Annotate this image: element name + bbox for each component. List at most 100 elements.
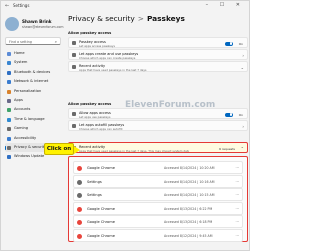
sidebar-item-icon [7, 61, 11, 66]
sidebar-item-label: Accounts [14, 107, 31, 112]
more-icon[interactable]: ⋯ [235, 234, 239, 238]
sidebar-item-label: Network & internet [14, 79, 49, 84]
app-title: Settings [13, 3, 30, 8]
sidebar-item-label: Bluetooth & devices [14, 69, 51, 74]
recent-activity-row-top[interactable]: Recent activity Apps that have used pass… [68, 61, 248, 72]
row-title: Recent activity [79, 63, 106, 68]
page-title: Passkeys [146, 14, 185, 23]
chevron-up-icon[interactable]: ⌃ [241, 146, 244, 151]
sidebar-item-icon [7, 108, 11, 113]
sidebar-item-personalization[interactable]: Personalization [5, 87, 61, 96]
list-item[interactable]: Google Chrome Accessed 8/12/2024 | 9:45 A… [73, 228, 243, 242]
app-name: Google Chrome [87, 220, 115, 224]
chevron-down-icon: ⌄ [240, 65, 244, 70]
sidebar-item-label: Personalization [14, 88, 42, 93]
chevron-right-icon: › [242, 124, 244, 129]
row-desc: Let apps use passkeys [79, 115, 111, 119]
more-icon[interactable]: ⋯ [235, 220, 239, 224]
breadcrumb: Privacy & security > Passkeys [68, 14, 185, 23]
chevron-right-icon: › [242, 53, 244, 58]
accessed-time: Accessed 8/14/2024 | 10:16 AM [164, 179, 215, 184]
sidebar-item-icon [7, 52, 11, 56]
sidebar: Shawn Brink shawn@elevenforum.com Find a… [1, 11, 63, 251]
more-icon[interactable]: ⋯ [235, 193, 239, 197]
app-name: Google Chrome [87, 206, 115, 211]
accessed-time: Accessed 8/13/2024 | 6:22 PM [164, 206, 213, 211]
sidebar-item-home[interactable]: Home [5, 49, 61, 58]
apps-list-row[interactable]: Let apps create and use passkeys Choose … [68, 49, 248, 60]
more-icon[interactable]: ⋯ [235, 180, 239, 184]
sidebar-item-label: Home [14, 51, 25, 55]
accessed-time: Accessed 8/12/2024 | 9:45 AM [164, 233, 213, 238]
sidebar-item-icon [7, 136, 11, 141]
sidebar-item-icon [7, 127, 11, 132]
list-item[interactable]: Settings Accessed 8/14/2024 | 10:15 AM ⋯ [73, 188, 243, 201]
search-input[interactable]: Find a setting ⌕ [5, 37, 61, 45]
sidebar-item-icon [7, 70, 11, 75]
search-icon: ⌕ [54, 39, 57, 44]
user-name: Shawn Brink [22, 19, 52, 24]
passkey-access-toggle[interactable] [225, 41, 233, 46]
chrome-app-icon [77, 220, 82, 225]
more-icon[interactable]: ⋯ [235, 207, 239, 211]
recent-activity-row[interactable]: Recent activity Apps that have used pass… [68, 142, 248, 153]
allow-apps-toggle[interactable] [225, 112, 233, 117]
sidebar-item-apps[interactable]: Apps [5, 96, 61, 105]
user-email: shawn@elevenforum.com [22, 25, 64, 29]
row-desc: Let apps access passkeys [79, 44, 115, 48]
sidebar-item-accounts[interactable]: Accounts [5, 105, 61, 114]
search-placeholder: Find a setting [9, 39, 32, 44]
list-item[interactable]: Google Chrome Accessed 8/13/2024 | 6:18 P… [73, 215, 243, 228]
sidebar-item-time-language[interactable]: Time & language [5, 115, 61, 124]
sidebar-item-gaming[interactable]: Gaming [5, 124, 61, 133]
request-count: 6 requests [219, 146, 235, 151]
back-arrow-icon[interactable]: ← [5, 3, 9, 9]
recent-activity-list: Google Chrome Accessed 8/14/2024 | 10:20 … [68, 156, 248, 242]
sidebar-item-bluetooth-devices[interactable]: Bluetooth & devices [5, 68, 61, 77]
title-bar: ← Settings – ☐ ✕ [1, 1, 249, 11]
more-icon[interactable]: ⋯ [235, 166, 239, 170]
sidebar-item-label: System [14, 60, 28, 65]
app-name: Settings [87, 193, 102, 197]
app-name: Settings [87, 179, 102, 184]
accessed-time: Accessed 8/13/2024 | 6:18 PM [164, 220, 213, 225]
apps-icon [72, 53, 76, 58]
apps-allow-list-row[interactable]: Let apps autofill passkeys Choose which … [68, 120, 248, 131]
sidebar-item-label: Privacy & security [14, 144, 47, 149]
sidebar-item-icon [7, 80, 11, 85]
passkey-access-row[interactable]: Passkey access Let apps access passkeys … [68, 37, 248, 48]
sidebar-item-accessibility[interactable]: Accessibility [5, 134, 61, 143]
key-icon [72, 41, 76, 46]
main-content: Privacy & security > Passkeys Allow passke… [65, 11, 249, 251]
callout-arrow [74, 145, 80, 154]
row-desc: Apps that have used passkeys in the last… [79, 149, 189, 153]
window-controls[interactable]: – ☐ ✕ [206, 2, 245, 8]
sidebar-item-icon [7, 98, 11, 103]
sidebar-item-icon [7, 89, 11, 94]
sidebar-item-network-internet[interactable]: Network & internet [5, 77, 61, 86]
list-item[interactable]: Google Chrome Accessed 8/13/2024 | 6:22 P… [73, 201, 243, 215]
key-icon [72, 112, 76, 117]
sidebar-item-icon [7, 155, 11, 160]
row-desc: Choose which apps can create passkeys [79, 56, 136, 60]
chrome-app-icon [77, 206, 82, 212]
sidebar-item-label: Accessibility [14, 135, 37, 140]
sidebar-item-icon [7, 145, 11, 150]
settings-window: ← Settings – ☐ ✕ Shawn Brink shawn@eleve… [0, 0, 250, 251]
sidebar-item-system[interactable]: System [5, 58, 61, 67]
watermark: ElevenForum.com [125, 100, 216, 110]
app-name: Google Chrome [87, 233, 115, 238]
breadcrumb-separator: > [137, 14, 144, 23]
click-on-callout: Click on [44, 143, 74, 155]
row-title: Recent activity [79, 144, 106, 149]
accessed-time: Accessed 8/14/2024 | 10:15 AM [164, 193, 215, 198]
sidebar-item-label: Windows Update [14, 154, 45, 159]
chrome-app-icon [77, 166, 82, 171]
clock-icon [72, 65, 76, 70]
list-item[interactable]: Settings Accessed 8/14/2024 | 10:16 AM ⋯ [73, 174, 243, 188]
section-heading-advanced: Allow passkey access [68, 102, 112, 106]
apps-icon [72, 124, 76, 129]
section-heading-allow: Allow passkey access [68, 31, 112, 35]
list-item[interactable]: Google Chrome Accessed 8/14/2024 | 10:20 … [73, 161, 243, 174]
breadcrumb-parent[interactable]: Privacy & security [68, 14, 135, 23]
